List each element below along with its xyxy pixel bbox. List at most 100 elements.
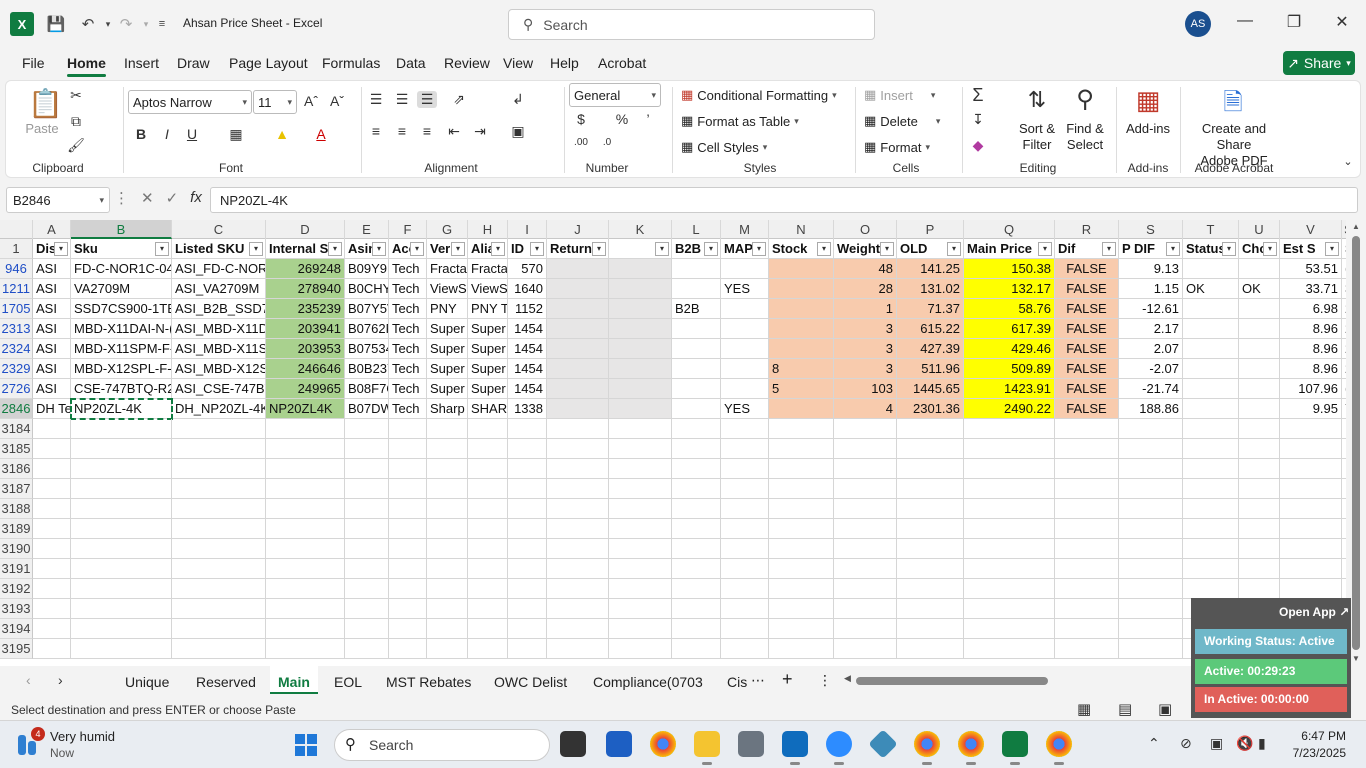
empty-cell[interactable]	[897, 619, 964, 639]
table-cell[interactable]: MBD-X12SPL-F-C	[71, 359, 172, 379]
table-cell[interactable]: B0CHY	[345, 279, 389, 299]
empty-cell[interactable]	[345, 639, 389, 659]
empty-cell[interactable]	[1119, 639, 1183, 659]
battery-icon[interactable]: ▮	[1258, 735, 1266, 752]
empty-cell[interactable]	[897, 499, 964, 519]
empty-cell[interactable]	[345, 559, 389, 579]
row-header[interactable]: 3194	[0, 619, 33, 639]
empty-cell[interactable]	[897, 479, 964, 499]
table-cell[interactable]	[1183, 319, 1239, 339]
fill-icon[interactable]: ↧	[968, 111, 988, 128]
header-cell[interactable]: Asin ▾	[345, 239, 389, 259]
calculator-icon[interactable]	[738, 731, 764, 757]
empty-cell[interactable]	[547, 539, 609, 559]
table-cell[interactable]	[672, 339, 721, 359]
empty-cell[interactable]	[1280, 459, 1342, 479]
table-cell[interactable]: 9.13	[1119, 259, 1183, 279]
table-cell[interactable]: ASI	[33, 379, 71, 399]
table-cell[interactable]: (	[1342, 259, 1346, 279]
table-cell[interactable]: ASI	[33, 359, 71, 379]
tab-formulas[interactable]: Formulas	[322, 55, 380, 71]
align-left-icon[interactable]: ≡	[366, 123, 386, 139]
align-center-icon[interactable]: ≡	[392, 123, 412, 139]
select-all-corner[interactable]	[0, 220, 33, 239]
table-cell[interactable]: 5	[769, 379, 834, 399]
empty-cell[interactable]	[769, 579, 834, 599]
empty-cell[interactable]	[1280, 499, 1342, 519]
header-cell[interactable]: Alia ▾	[468, 239, 508, 259]
empty-cell[interactable]	[468, 519, 508, 539]
empty-cell[interactable]	[266, 619, 345, 639]
clear-icon[interactable]: ◆	[968, 137, 988, 154]
empty-cell[interactable]	[721, 599, 769, 619]
table-cell[interactable]: ViewS	[468, 279, 508, 299]
orientation-icon[interactable]: ⇗	[449, 91, 469, 108]
table-cell[interactable]: 1	[834, 299, 897, 319]
empty-cell[interactable]	[897, 539, 964, 559]
header-cell[interactable]: Acc ▾	[389, 239, 427, 259]
table-cell[interactable]: ASI	[33, 339, 71, 359]
empty-cell[interactable]	[468, 579, 508, 599]
empty-cell[interactable]	[547, 519, 609, 539]
table-cell[interactable]: FALSE	[1055, 299, 1119, 319]
table-cell[interactable]: 2.07	[1119, 339, 1183, 359]
delete-cells-button[interactable]: ▦ Delete ▾	[864, 113, 940, 129]
table-cell[interactable]: DH_NP20ZL-4K	[172, 399, 266, 419]
fill-color-icon[interactable]: ▲	[272, 126, 292, 142]
empty-cell[interactable]	[672, 459, 721, 479]
table-cell[interactable]: 4	[834, 399, 897, 419]
table-cell[interactable]: 570	[508, 259, 547, 279]
table-cell[interactable]: 3	[834, 319, 897, 339]
table-cell[interactable]	[547, 259, 609, 279]
empty-cell[interactable]	[1119, 579, 1183, 599]
empty-cell[interactable]	[897, 639, 964, 659]
empty-cell[interactable]	[769, 439, 834, 459]
table-cell[interactable]: Fracta	[427, 259, 468, 279]
row-header[interactable]: 3190	[0, 539, 33, 559]
restore-icon[interactable]: ❐	[1282, 12, 1306, 36]
empty-cell[interactable]	[508, 599, 547, 619]
empty-cell[interactable]	[345, 519, 389, 539]
table-cell[interactable]: Super	[468, 319, 508, 339]
empty-cell[interactable]	[427, 419, 468, 439]
table-cell[interactable]	[769, 319, 834, 339]
empty-cell[interactable]	[964, 599, 1055, 619]
empty-cell[interactable]	[172, 579, 266, 599]
table-cell[interactable]	[547, 399, 609, 419]
header-cell[interactable]: S	[1342, 239, 1346, 259]
empty-cell[interactable]	[834, 499, 897, 519]
empty-cell[interactable]	[1055, 519, 1119, 539]
table-cell[interactable]	[672, 279, 721, 299]
table-cell[interactable]: FALSE	[1055, 359, 1119, 379]
empty-cell[interactable]	[964, 579, 1055, 599]
enter-icon[interactable]: ✓	[166, 189, 179, 207]
empty-cell[interactable]	[345, 419, 389, 439]
empty-cell[interactable]	[721, 499, 769, 519]
empty-cell[interactable]	[721, 539, 769, 559]
empty-cell[interactable]	[834, 479, 897, 499]
empty-cell[interactable]	[547, 639, 609, 659]
table-cell[interactable]: 1454	[508, 319, 547, 339]
customize-toolbar-icon[interactable]: ≡	[150, 12, 174, 36]
table-cell[interactable]	[1239, 379, 1280, 399]
font-size-select[interactable]: 11 ▾	[253, 90, 297, 114]
empty-cell[interactable]	[345, 539, 389, 559]
empty-cell[interactable]	[1280, 539, 1342, 559]
align-middle-icon[interactable]: ☰	[392, 91, 412, 108]
header-cell[interactable]: MAP ▾	[721, 239, 769, 259]
more-sheets-icon[interactable]: ⋯	[751, 672, 765, 689]
empty-cell[interactable]	[172, 639, 266, 659]
empty-cell[interactable]	[964, 459, 1055, 479]
table-cell[interactable]: FALSE	[1055, 339, 1119, 359]
zoom-icon[interactable]	[826, 731, 852, 765]
table-cell[interactable]: YES	[721, 279, 769, 299]
hscroll-thumb[interactable]	[856, 677, 1048, 685]
sheet-tab-reserved[interactable]: Reserved	[196, 674, 256, 690]
table-cell[interactable]: Super	[427, 339, 468, 359]
increase-font-icon[interactable]: Aˆ	[301, 93, 321, 109]
empty-cell[interactable]	[172, 559, 266, 579]
empty-cell[interactable]	[1183, 579, 1239, 599]
table-cell[interactable]: B07DW	[345, 399, 389, 419]
table-cell[interactable]: FALSE	[1055, 279, 1119, 299]
column-header[interactable]: E	[345, 220, 389, 239]
